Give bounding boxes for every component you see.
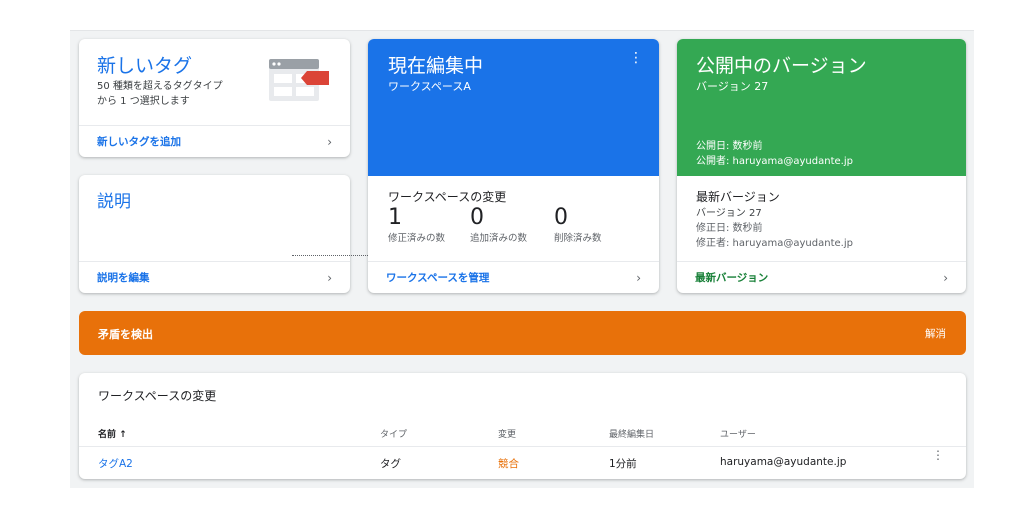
column-header-user[interactable]: ユーザー [720,427,756,440]
column-header-type[interactable]: タイプ [380,427,407,440]
description-card[interactable]: 説明 説明を編集 › [79,175,350,293]
latest-version-meta: バージョン 27 修正日: 数秒前 修正者: haruyama@ayudante… [696,206,853,251]
added-count: 0 [470,205,484,230]
modified-count-stat: 1 修正済みの数 [388,205,445,244]
edit-description-label: 説明を編集 [97,272,150,284]
added-count-label: 追加済みの数 [470,233,528,244]
row-name-link[interactable]: タグA2 [98,456,133,471]
published-meta: 公開日: 数秒前 公開者: haruyama@ayudante.jp [696,139,853,169]
manage-workspaces-link[interactable]: ワークスペースを管理 › [368,261,659,293]
published-version-number: バージョン 27 [696,80,769,93]
new-tag-description: 50 種類を超えるタグタイプ から 1 つ選択します [97,79,247,109]
new-tag-desc-line1: 50 種類を超えるタグタイプ [97,81,223,92]
current-workspace-header: 現在編集中 ワークスペースA ⋮ [368,39,659,176]
workspace-changes-table-card: ワークスペースの変更 名前 ↑ タイプ 変更 最終編集日 ユーザー タグA2 タ… [79,373,966,479]
new-tag-card[interactable]: 新しいタグ 50 種類を超えるタグタイプ から 1 つ選択します 新しいタグを追… [79,39,350,157]
modified-count-label: 修正済みの数 [388,233,446,244]
published-version-title: 公開中のバージョン [696,55,867,77]
chevron-right-icon: › [327,134,332,149]
chevron-right-icon: › [636,270,641,285]
published-version-header: 公開中のバージョン バージョン 27 公開日: 数秒前 公開者: haruyam… [677,39,966,176]
conflict-banner-text: 矛盾を検出 [98,328,153,341]
published-date: 公開日: 数秒前 [696,141,763,152]
row-change-status: 競合 [498,458,519,470]
tag-browser-icon [269,55,333,109]
column-header-last-edited[interactable]: 最終編集日 [609,427,654,440]
description-title: 説明 [97,192,131,212]
conflict-banner: 矛盾を検出 解消 [79,311,966,355]
column-header-change[interactable]: 変更 [498,427,516,440]
chevron-right-icon: › [943,270,948,285]
chevron-right-icon: › [327,270,332,285]
new-tag-desc-line2: から 1 つ選択します [97,96,190,107]
more-vert-icon[interactable]: ⋮ [629,51,643,65]
edit-description-link[interactable]: 説明を編集 › [79,261,350,293]
table-divider [79,446,966,447]
deleted-count-stat: 0 削除済み数 [554,205,602,244]
modified-by: 修正者: haruyama@ayudante.jp [696,238,853,249]
current-workspace-card: 現在編集中 ワークスペースA ⋮ ワークスペースの変更 1 修正済みの数 0 追… [368,39,659,293]
deleted-count-label: 削除済み数 [554,233,602,244]
new-tag-title[interactable]: 新しいタグ [97,51,192,78]
resolve-conflict-button[interactable]: 解消 [925,326,946,341]
row-more-vert-icon[interactable]: ⋮ [932,449,944,461]
workspace-changes-heading: ワークスペースの変更 [388,190,507,204]
dotted-connector [292,255,376,256]
add-new-tag-link[interactable]: 新しいタグを追加 › [79,125,350,157]
latest-version-link[interactable]: 最新バージョン › [677,261,966,293]
row-type: タグ [380,458,401,470]
current-workspace-name: ワークスペースA [388,80,471,93]
row-user: haruyama@ayudante.jp [720,456,847,468]
latest-version-heading: 最新バージョン [696,190,780,204]
added-count-stat: 0 追加済みの数 [470,205,527,244]
row-last-edited: 1分前 [609,458,637,470]
latest-version-link-label: 最新バージョン [695,272,769,284]
published-version-card: 公開中のバージョン バージョン 27 公開日: 数秒前 公開者: haruyam… [677,39,966,293]
modified-date: 修正日: 数秒前 [696,223,763,234]
manage-workspaces-label: ワークスペースを管理 [386,272,490,284]
latest-version-number: バージョン 27 [696,208,762,219]
column-header-name[interactable]: 名前 ↑ [98,427,127,440]
modified-count: 1 [388,205,402,230]
add-new-tag-label: 新しいタグを追加 [97,136,181,148]
published-by: 公開者: haruyama@ayudante.jp [696,156,853,167]
current-workspace-title: 現在編集中 [388,55,484,77]
deleted-count: 0 [554,205,568,230]
workspace-changes-table-title: ワークスペースの変更 [98,389,217,403]
